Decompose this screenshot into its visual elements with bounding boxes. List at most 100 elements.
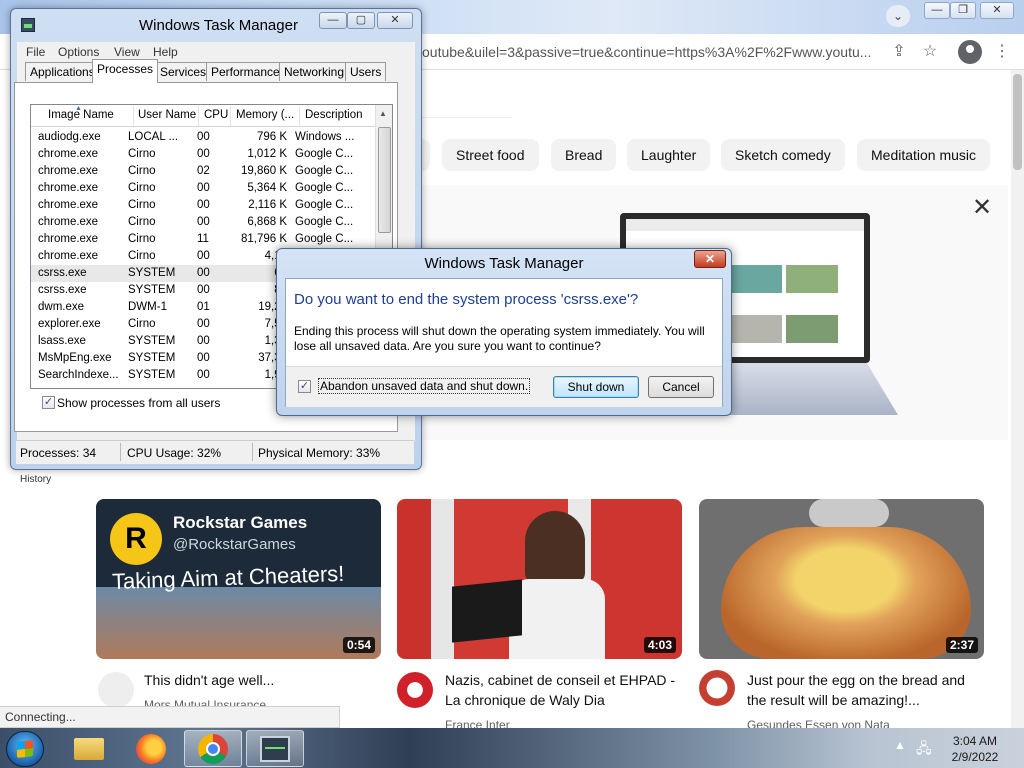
- tab-users[interactable]: Users: [345, 62, 387, 81]
- process-cpu: 00: [197, 267, 210, 279]
- cancel-button[interactable]: Cancel: [648, 376, 714, 398]
- abandon-data-checkbox[interactable]: ✓: [298, 380, 311, 393]
- process-row[interactable]: chrome.exe Cirno 00 2,116 K Google C...: [31, 197, 375, 214]
- page-scrollbar-thumb[interactable]: [1013, 74, 1022, 170]
- process-row[interactable]: chrome.exe Cirno 11 81,796 K Google C...: [31, 231, 375, 248]
- process-row[interactable]: chrome.exe Cirno 00 6,868 K Google C...: [31, 214, 375, 231]
- process-cpu: 00: [197, 131, 210, 143]
- process-user: SYSTEM: [128, 352, 176, 364]
- chip-street-food[interactable]: Street food: [442, 139, 539, 171]
- menu-view[interactable]: View: [114, 45, 140, 59]
- process-memory: 5,364 K: [247, 182, 287, 194]
- process-user: SYSTEM: [128, 267, 176, 279]
- scroll-up-arrow-icon[interactable]: ▲: [379, 109, 387, 118]
- video-title[interactable]: Nazis, cabinet de conseil et EHPAD - La …: [445, 670, 685, 710]
- menu-file[interactable]: File: [26, 45, 45, 59]
- video-title[interactable]: Just pour the egg on the bread and the r…: [747, 670, 967, 710]
- status-cpu: CPU Usage: 32%: [127, 446, 222, 460]
- explorer-folder-icon[interactable]: [74, 738, 104, 760]
- process-name: chrome.exe: [38, 216, 99, 228]
- abandon-data-label[interactable]: Abandon unsaved data and shut down.: [318, 378, 531, 394]
- video-title[interactable]: This didn't age well...: [144, 670, 384, 690]
- browser-restore-button[interactable]: ❐: [950, 2, 976, 19]
- tm-close-button[interactable]: ✕: [377, 12, 413, 29]
- promo-close-icon[interactable]: ✕: [972, 196, 992, 220]
- process-user: SYSTEM: [128, 335, 176, 347]
- chip-meditation-music[interactable]: Meditation music: [857, 139, 991, 171]
- firefox-icon[interactable]: [136, 734, 166, 764]
- end-process-dialog: Windows Task Manager ✕ Do you want to en…: [276, 248, 732, 416]
- tab-networking[interactable]: Networking: [279, 62, 350, 81]
- taskbar-clock[interactable]: 3:04 AM 2/9/2022: [945, 733, 1005, 765]
- browser-menu-icon[interactable]: ⋮: [990, 40, 1014, 64]
- process-name: chrome.exe: [38, 250, 99, 262]
- channel-avatar[interactable]: [699, 670, 735, 706]
- network-icon[interactable]: 🖧: [916, 738, 932, 762]
- process-memory: 81,796 K: [240, 233, 287, 245]
- process-row[interactable]: chrome.exe Cirno 02 19,860 K Google C...: [31, 163, 375, 180]
- browser-close-button[interactable]: ✕: [980, 2, 1014, 19]
- process-cpu: 00: [197, 335, 210, 347]
- process-name: audiodg.exe: [38, 131, 101, 143]
- share-icon[interactable]: ⇪: [887, 40, 911, 64]
- browser-minimize-button[interactable]: —: [924, 2, 950, 19]
- col-memory[interactable]: Memory (...: [236, 109, 296, 121]
- process-list-scroll-thumb[interactable]: [378, 127, 391, 233]
- col-cpu[interactable]: CPU: [204, 109, 230, 121]
- process-row[interactable]: chrome.exe Cirno 00 1,012 K Google C...: [31, 146, 375, 163]
- start-button[interactable]: [6, 731, 44, 767]
- col-description[interactable]: Description: [305, 109, 373, 121]
- tab-performance[interactable]: Performance: [206, 62, 285, 81]
- tab-search-chevron-icon[interactable]: ⌄: [886, 5, 910, 27]
- process-user: SYSTEM: [128, 284, 176, 296]
- col-image-name[interactable]: Image Name: [48, 109, 133, 121]
- process-row[interactable]: audiodg.exe LOCAL ... 00 796 K Windows ...: [31, 129, 375, 146]
- dialog-body: Do you want to end the system process 'c…: [285, 278, 723, 407]
- tab-applications[interactable]: Applications: [25, 62, 100, 81]
- video-thumbnail[interactable]: R Rockstar Games @RockstarGames Taking A…: [96, 499, 381, 659]
- video-duration: 2:37: [945, 637, 978, 653]
- process-memory: 6,868 K: [247, 216, 287, 228]
- process-user: Cirno: [128, 233, 156, 245]
- process-name: csrss.exe: [38, 284, 87, 296]
- process-user: Cirno: [128, 182, 156, 194]
- tab-processes[interactable]: Processes: [92, 59, 159, 83]
- channel-avatar[interactable]: [397, 672, 433, 708]
- tab-services[interactable]: Services: [155, 62, 212, 81]
- video-thumbnail[interactable]: 2:37: [699, 499, 984, 659]
- shut-down-button[interactable]: Shut down: [553, 376, 639, 398]
- tm-minimize-button[interactable]: —: [319, 12, 347, 29]
- task-manager-taskbar-icon[interactable]: [260, 736, 290, 762]
- dialog-close-button[interactable]: ✕: [694, 250, 726, 268]
- chip-sketch-comedy[interactable]: Sketch comedy: [721, 139, 845, 171]
- sidebar-history-label[interactable]: History: [20, 474, 51, 485]
- process-cpu: 00: [197, 148, 210, 160]
- process-memory: 2,116 K: [248, 199, 287, 211]
- channel-avatar[interactable]: [98, 672, 134, 708]
- dialog-footer: ✓ Abandon unsaved data and shut down. Sh…: [286, 366, 722, 407]
- chip-bread[interactable]: Bread: [551, 139, 617, 171]
- show-all-users-checkbox[interactable]: ✓: [42, 396, 55, 409]
- show-all-users-label[interactable]: Show processes from all users: [57, 396, 220, 410]
- bookmark-star-icon[interactable]: ☆: [918, 40, 942, 64]
- tm-statusbar: Processes: 34 CPU Usage: 32% Physical Me…: [16, 440, 414, 464]
- video-thumbnail[interactable]: 4:03: [397, 499, 682, 659]
- process-cpu: 00: [197, 284, 210, 296]
- profile-avatar-icon[interactable]: [958, 40, 982, 64]
- col-user-name[interactable]: User Name: [138, 109, 198, 121]
- process-name: chrome.exe: [38, 233, 99, 245]
- chip-laughter[interactable]: Laughter: [627, 139, 711, 171]
- address-bar-url[interactable]: outube&uilel=3&passive=true&continue=htt…: [422, 44, 871, 60]
- process-user: Cirno: [128, 318, 156, 330]
- process-description: Google C...: [295, 216, 354, 228]
- menu-options[interactable]: Options: [58, 45, 99, 59]
- thumb-headline: Taking Aim at Cheaters!: [111, 560, 345, 595]
- menu-help[interactable]: Help: [153, 45, 178, 59]
- tm-maximize-button[interactable]: ▢: [347, 12, 375, 29]
- process-user: Cirno: [128, 148, 156, 160]
- tray-show-hidden-icon[interactable]: ▲: [894, 738, 906, 752]
- tm-menubar: File Options View Help: [17, 42, 415, 62]
- process-row[interactable]: chrome.exe Cirno 00 5,364 K Google C...: [31, 180, 375, 197]
- chrome-icon[interactable]: [198, 734, 228, 764]
- status-memory: Physical Memory: 33%: [258, 446, 381, 460]
